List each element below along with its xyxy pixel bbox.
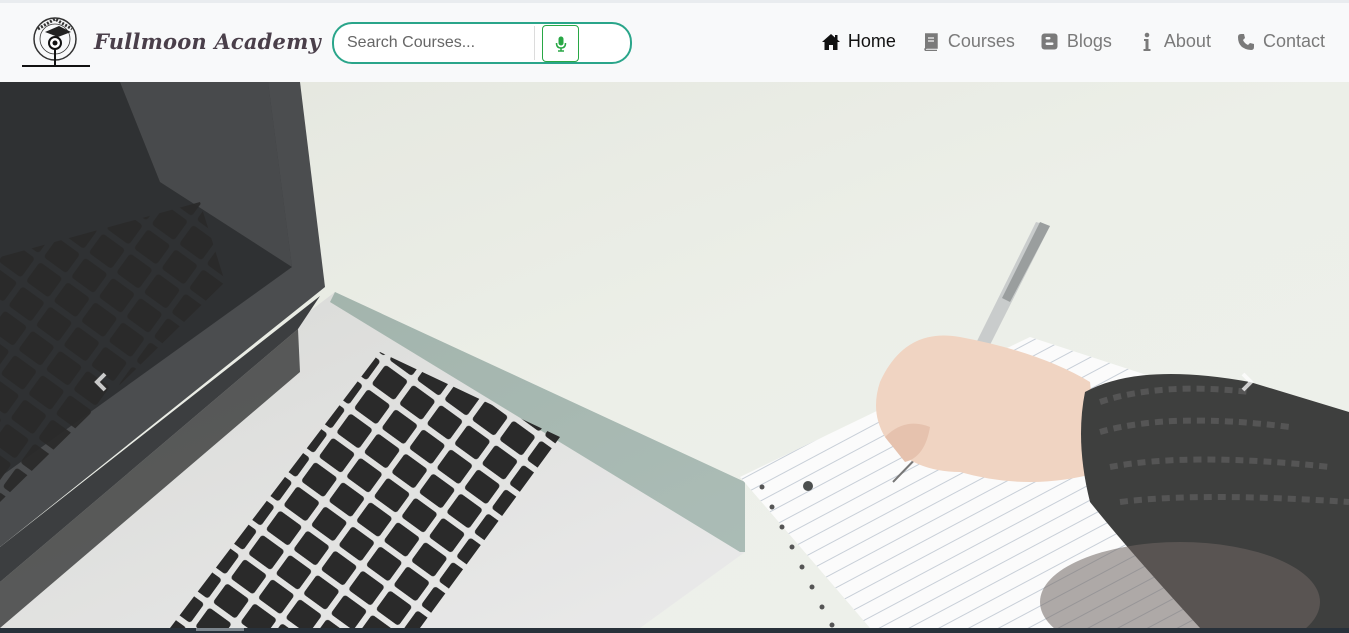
phone-icon bbox=[1236, 32, 1256, 52]
carousel-prev-button[interactable] bbox=[86, 362, 116, 402]
chevron-left-icon bbox=[94, 372, 107, 392]
carousel-next-button[interactable] bbox=[1232, 362, 1262, 402]
nav-blogs-label: Blogs bbox=[1066, 31, 1112, 51]
brand-logo-icon bbox=[22, 17, 90, 67]
microphone-icon bbox=[555, 36, 566, 52]
search-input[interactable] bbox=[337, 26, 535, 60]
carousel-indicator-active[interactable] bbox=[196, 628, 244, 631]
blogger-icon bbox=[1040, 32, 1060, 52]
nav-blogs[interactable]: Blogs bbox=[1040, 31, 1112, 52]
brand-name: Fullmoon Academy bbox=[94, 29, 321, 54]
main-nav: Home Courses Blogs About Contact bbox=[796, 31, 1325, 52]
chevron-right-icon bbox=[1241, 372, 1254, 392]
hero-slide-image bbox=[0, 82, 1349, 628]
nav-courses-label: Courses bbox=[947, 31, 1015, 51]
nav-home[interactable]: Home bbox=[821, 31, 896, 52]
hero-carousel bbox=[0, 82, 1349, 628]
navbar: Fullmoon Academy Home bbox=[0, 3, 1349, 82]
voice-search-button[interactable] bbox=[542, 25, 579, 62]
info-icon bbox=[1137, 32, 1157, 52]
nav-about-label: About bbox=[1163, 31, 1211, 51]
carousel-indicator-bar bbox=[0, 628, 1349, 633]
search-box bbox=[332, 22, 632, 64]
nav-contact-label: Contact bbox=[1262, 31, 1325, 51]
brand-link[interactable]: Fullmoon Academy bbox=[18, 15, 321, 71]
home-icon bbox=[821, 32, 841, 52]
nav-contact[interactable]: Contact bbox=[1236, 31, 1325, 52]
book-icon bbox=[921, 32, 941, 52]
nav-about[interactable]: About bbox=[1137, 31, 1211, 52]
nav-courses[interactable]: Courses bbox=[921, 31, 1015, 52]
nav-home-label: Home bbox=[847, 31, 896, 51]
